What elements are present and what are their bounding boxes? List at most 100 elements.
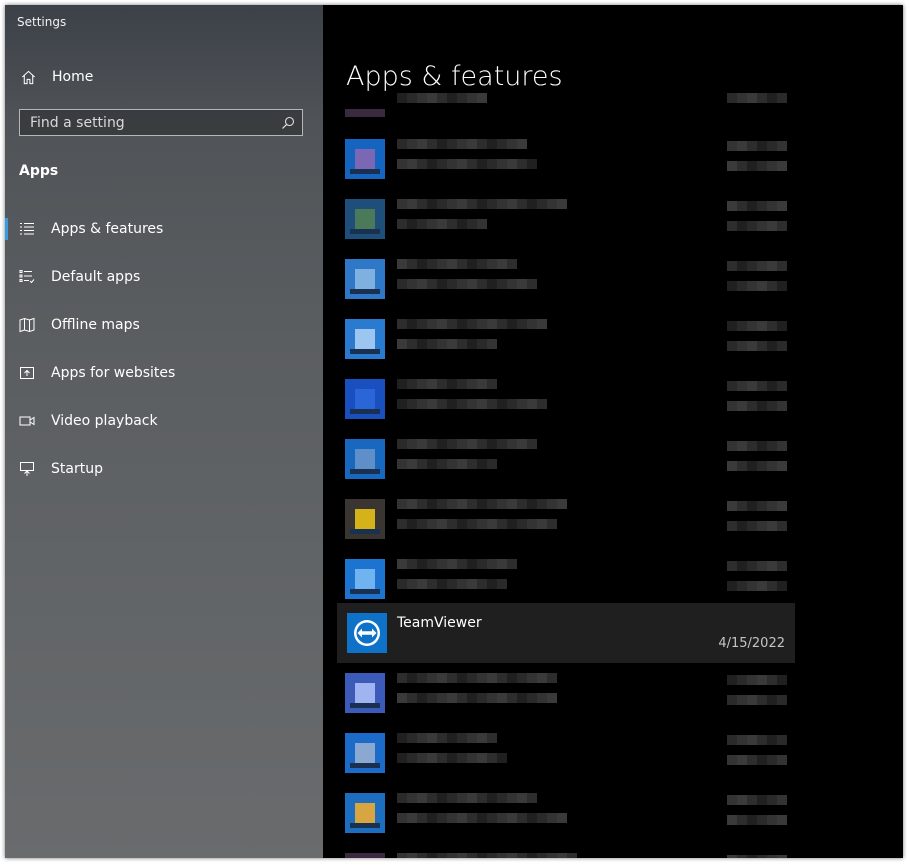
pixelated-block (467, 753, 477, 763)
sidebar-item-apps-for-websites[interactable]: Apps for websites (5, 349, 323, 397)
app-row-obscured[interactable] (337, 723, 795, 783)
app-row-obscured[interactable] (337, 429, 795, 489)
apps-websites-icon (20, 367, 34, 379)
pixelated-block (417, 339, 427, 349)
pixelated-block (407, 279, 417, 289)
obscured-app-icon (345, 673, 385, 713)
section-heading: Apps (19, 163, 59, 179)
pixelated-block (547, 519, 557, 529)
pixelated-block (497, 319, 507, 329)
pixelated-block (397, 379, 407, 389)
sidebar-item-default-apps[interactable]: Default apps (5, 253, 323, 301)
sidebar-item-apps-features[interactable]: Apps & features (5, 205, 323, 253)
pixelated-block (407, 853, 417, 858)
pixelated-block (747, 221, 757, 231)
app-row-obscured[interactable] (337, 843, 795, 858)
app-row-teamviewer[interactable]: TeamViewer 4/15/2022 (337, 603, 795, 663)
sidebar-item-startup[interactable]: Startup (5, 445, 323, 493)
pixelated-block (355, 209, 375, 229)
home-nav-item[interactable]: Home (21, 69, 93, 85)
pixelated-block (747, 381, 757, 391)
pixelated-block (487, 853, 497, 858)
pixelated-block (757, 93, 767, 103)
page-title: Apps & features (346, 61, 563, 92)
pixelated-block (497, 753, 507, 763)
pixelated-block (427, 259, 437, 269)
pixelated-block (757, 321, 767, 331)
pixelated-block (727, 341, 737, 351)
pixelated-block (417, 733, 427, 743)
pixelated-block (737, 755, 747, 765)
pixelated-block (417, 399, 427, 409)
app-row-obscured[interactable] (337, 783, 795, 843)
pixelated-block (547, 499, 557, 509)
video-playback-icon (19, 416, 35, 426)
offline-maps-icon (19, 317, 35, 333)
app-row-obscured[interactable] (337, 93, 795, 153)
obscured-app-icon (345, 379, 385, 419)
pixelated-block (747, 695, 757, 705)
pixelated-block (397, 93, 407, 103)
pixelated-block (457, 319, 467, 329)
pixelated-block (447, 499, 457, 509)
pixelated-block (447, 159, 457, 169)
pixelated-block (407, 519, 417, 529)
pixelated-block (727, 755, 737, 765)
pixelated-block (407, 159, 417, 169)
pixelated-block (407, 399, 417, 409)
pixelated-block (407, 559, 417, 569)
search-input[interactable] (20, 110, 281, 135)
pixelated-block (517, 159, 527, 169)
sidebar-item-video-playback[interactable]: Video playback (5, 397, 323, 445)
pixelated-block (527, 813, 537, 823)
pixelated-block (737, 521, 747, 531)
pixelated-block (487, 279, 497, 289)
pixelated-block (777, 815, 787, 825)
search-icon[interactable] (281, 116, 295, 130)
pixelated-block (467, 559, 477, 569)
pixelated-block (355, 683, 375, 703)
pixelated-block (487, 499, 497, 509)
pixelated-block (757, 795, 767, 805)
pixelated-block (527, 673, 537, 683)
pixelated-block (747, 521, 757, 531)
pixelated-block (757, 521, 767, 531)
pixelated-block (345, 109, 385, 117)
pixelated-block (397, 279, 407, 289)
pixelated-block (467, 853, 477, 858)
pixelated-block (407, 753, 417, 763)
pixelated-block (407, 793, 417, 803)
pixelated-block (517, 673, 527, 683)
app-row-obscured[interactable] (337, 249, 795, 309)
pixelated-block (737, 201, 747, 211)
app-row-obscured[interactable] (337, 489, 795, 549)
pixelated-block (757, 675, 767, 685)
pixelated-block (407, 579, 417, 589)
pixelated-block (437, 499, 447, 509)
pixelated-block (767, 461, 777, 471)
pixelated-block (727, 321, 737, 331)
pixelated-block (757, 201, 767, 211)
app-row-obscured[interactable] (337, 663, 795, 723)
pixelated-block (437, 853, 447, 858)
sidebar-item-label: Default apps (51, 269, 141, 285)
app-row-obscured[interactable] (337, 189, 795, 249)
app-row-obscured[interactable] (337, 369, 795, 429)
app-row-obscured[interactable] (337, 309, 795, 369)
pixelated-block (355, 269, 375, 289)
pixelated-block (397, 793, 407, 803)
pixelated-block (467, 399, 477, 409)
pixelated-block (437, 259, 447, 269)
search-box[interactable] (19, 109, 303, 136)
app-row-obscured[interactable] (337, 549, 795, 609)
pixelated-block (477, 459, 487, 469)
pixelated-block (397, 579, 407, 589)
pixelated-block (537, 673, 547, 683)
pixelated-block (427, 733, 437, 743)
pixelated-block (407, 693, 417, 703)
pixelated-block (727, 501, 737, 511)
pixelated-block (417, 793, 427, 803)
sidebar-item-offline-maps[interactable]: Offline maps (5, 301, 323, 349)
pixelated-block (477, 279, 487, 289)
pixelated-block (345, 853, 385, 858)
